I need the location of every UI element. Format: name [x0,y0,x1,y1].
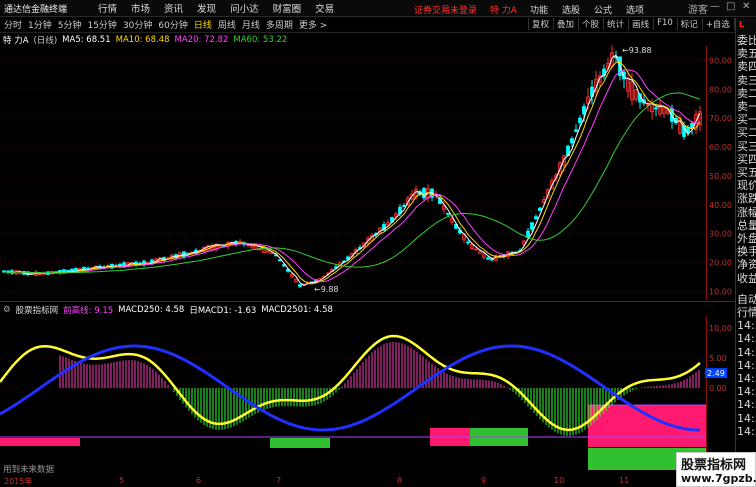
price-tick: 90.00 [709,56,732,65]
indicator-label-0: 前高线: 9.15 [63,306,114,316]
indicator-axis-line [706,316,707,474]
tick-item-4: 14:50 [737,345,756,359]
quote-field-2: 卖四 [737,60,756,74]
indicator-chart [0,316,727,474]
indicator-label-3: MACD2501: 4.58 [261,305,333,315]
quote-field-7: 买二 [737,126,756,140]
quote-side-panel: 委比 卖五 卖四 卖三 卖二 卖一 买一 买二 买三 买四 买五 现价 涨跌 涨幅 总量 外盘 换手 净资 收益自动… [735,34,756,487]
quote-field-16: 换手 [737,245,756,259]
right-panel-header: L [735,18,756,34]
close-icon[interactable]: ✕ [742,1,750,12]
quote-field-10: 买五 [737,166,756,180]
indicator-label-1: MACD250: 4.58 [118,305,185,315]
kline-chart[interactable]: 90.00 80.00 70.00 60.00 50.00 40.00 30.00 20.00… [0,0,735,475]
high-price-label: ←93.88 [622,46,652,55]
tick-item-1: 行情 [737,306,756,320]
watermark-url: www.7gpzb.com [681,472,756,485]
tick-item-6: 14:50 [737,372,756,386]
quote-field-14: 总量 [737,218,756,232]
candle-body [538,207,542,212]
candle-body [402,205,406,207]
tick-item-7: 14:50 [737,385,756,399]
candle-body [446,212,450,215]
time-label-1: 5 [119,476,125,485]
time-axis: 2015年 5 6 7 8 9 10 11 [0,475,735,487]
price-axis-line [706,46,707,300]
indicator-tick: 0.00 [709,384,727,393]
indicator-name[interactable]: 股票指标网 [16,304,59,316]
time-label-0: 2015年 [4,477,33,486]
price-tick: 70.00 [709,114,732,123]
tick-item-8: 14:50 [737,398,756,412]
candle-body [526,230,530,238]
app-window: 通达信金融终端 行情 市场 资讯 发现 问小达 财富圈 交易 证券交易未登录 特 力A 功能… [0,0,756,487]
candle-body [486,257,490,260]
tick-item-2: 14:50 [737,319,756,333]
ma10-line [3,61,701,285]
quote-field-3: 卖三 [737,73,756,87]
candle-body [298,284,302,287]
candle-body [582,106,586,115]
quote-field-12: 涨跌 [737,192,756,206]
time-label-5: 9 [481,476,487,485]
chart-labels: 90.00 80.00 70.00 60.00 50.00 40.00 30.00 20.00… [314,46,732,393]
future-data-warning: 用到未来数据 [3,465,55,475]
price-tick: 40.00 [709,201,732,210]
ma60-line [3,92,701,274]
candle-body [578,117,582,124]
price-tick: 80.00 [709,85,732,94]
green-block-3 [270,438,330,448]
candles-layer [2,45,702,288]
time-label-7: 11 [619,476,630,485]
panel-divider [736,285,756,293]
price-tick: 50.00 [709,172,732,181]
tick-item-10: 14:50 [737,424,756,438]
watermark-title: 股票指标网 [681,458,747,473]
indicator-label-2: 日MACD1: -1.63 [189,306,257,316]
candle-body [466,241,470,244]
candle-body [530,222,534,230]
pane-divider [0,301,735,302]
quote-field-17: 净资 [737,258,756,272]
quote-field-15: 外盘 [737,232,756,246]
quote-field-11: 现价 [737,179,756,193]
quote-field-1: 卖五 [737,47,756,61]
candle-body [654,107,658,110]
logo-icon: L [739,20,745,29]
watermark-badge: 股票指标网 www.7gpzb.com [676,452,756,487]
candle-body [570,138,574,144]
quote-field-0: 委比 [737,34,756,47]
quote-field-4: 卖二 [737,86,756,100]
indicator-settings-icon[interactable]: ⚙ [3,305,11,315]
tick-item-0: 自动 [737,292,756,306]
time-label-6: 10 [554,476,565,485]
quote-field-6: 买一 [737,113,756,127]
price-tick: 20.00 [709,258,732,267]
quote-field-9: 买四 [737,152,756,166]
quote-field-13: 涨幅 [737,205,756,219]
tick-item-9: 14:50 [737,411,756,425]
time-label-4: 8 [397,476,403,485]
tick-item-3: 14:50 [737,332,756,346]
candle-body [534,216,538,220]
indicator-tick: 10.00 [709,324,732,333]
candle-body [186,252,190,255]
candle-body [574,129,578,132]
low-price-label: ←9.88 [314,285,339,294]
tick-item-5: 14:50 [737,358,756,372]
quote-field-5: 卖一 [737,100,756,114]
price-tick: 60.00 [709,143,732,152]
pink-block [588,405,706,447]
quote-field-8: 买三 [737,139,756,153]
price-tick: 10.00 [709,287,732,296]
indicator-tick: 5.00 [709,354,727,363]
pink-block-3 [0,438,80,446]
indicator-legend: ⚙ 股票指标网 前高线: 9.15 MACD250: 4.58 日MACD1: -1… [0,304,338,316]
marker-value: 2.49 [707,369,725,378]
quote-field-18: 收益 [737,271,756,285]
candle-body [66,269,70,272]
time-label-3: 7 [276,476,282,485]
time-label-2: 6 [196,476,202,485]
price-tick: 30.00 [709,230,732,239]
